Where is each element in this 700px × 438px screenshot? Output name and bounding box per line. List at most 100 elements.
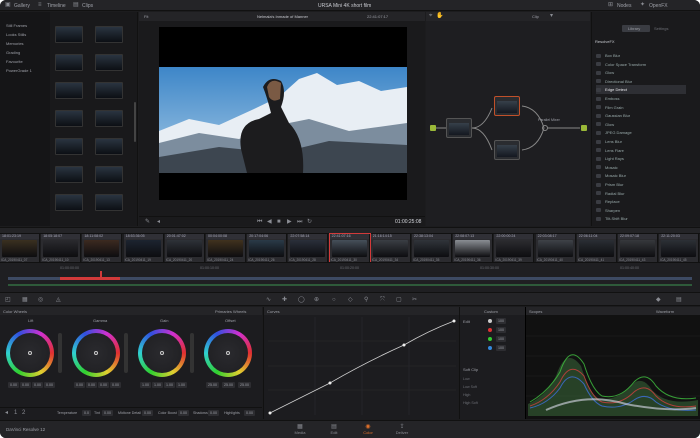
gain-value[interactable]: 1.00: [164, 382, 175, 388]
window-shape-icon[interactable]: ○: [332, 297, 336, 303]
lift-wheel[interactable]: [6, 329, 54, 377]
brush-icon[interactable]: ✎: [145, 219, 150, 225]
still-thumbnail[interactable]: [95, 166, 123, 183]
page-color[interactable]: ◉ Color: [351, 421, 385, 437]
tracker-icon[interactable]: ⊕: [314, 297, 319, 303]
timeline-clip[interactable]: 18:11:08:02 ICA_20190411_13: [82, 234, 123, 262]
selected-clip-track[interactable]: [60, 277, 120, 280]
page-deliver[interactable]: ⇪ Deliver: [385, 421, 419, 437]
color-boost-value[interactable]: 0.00: [178, 410, 189, 416]
timeline-clip[interactable]: 18:01:23:19 ICA_20190411_07: [0, 234, 40, 262]
still-thumbnail[interactable]: [55, 166, 83, 183]
3d-icon[interactable]: ▢: [396, 297, 402, 303]
channel-intensity[interactable]: 100: [496, 336, 506, 342]
still-thumbnail[interactable]: [55, 54, 83, 71]
green-channel-dot[interactable]: [488, 337, 492, 341]
keyframes-icon[interactable]: ◆: [656, 297, 661, 303]
stop-icon[interactable]: ■: [277, 219, 281, 225]
corrector-node[interactable]: [446, 118, 472, 138]
pointer-icon[interactable]: ⌖: [429, 13, 432, 19]
gallery-scrollbar[interactable]: [134, 102, 136, 142]
offset-value[interactable]: 25.00: [222, 382, 235, 388]
gamma-value[interactable]: 0.00: [86, 382, 97, 388]
gain-value[interactable]: 1.00: [152, 382, 163, 388]
still-thumbnail[interactable]: [55, 138, 83, 155]
gallery-item[interactable]: Memories: [6, 41, 24, 46]
curves-tool-icon[interactable]: ∿: [266, 297, 271, 303]
camera-raw-icon[interactable]: ◰: [5, 297, 11, 303]
still-thumbnail[interactable]: [55, 110, 83, 127]
still-thumbnail[interactable]: [55, 26, 83, 43]
timeline-clip[interactable]: 22:38:13:04 ICA_20190411_35: [412, 234, 452, 262]
corrector-node[interactable]: [494, 96, 520, 116]
timeline-clip[interactable]: 22:41:07:16 ICA_20190411_30: [328, 233, 371, 263]
lift-master-slider[interactable]: [58, 333, 62, 373]
tab-openfx[interactable]: OpenFX: [649, 3, 668, 9]
timeline-clip[interactable]: 18:53:36:05 ICA_20190411_19: [123, 234, 164, 262]
gamma-value[interactable]: 0.00: [98, 382, 109, 388]
play-icon[interactable]: ▶: [287, 219, 292, 225]
page-edit[interactable]: ▤ Edit: [317, 421, 351, 437]
speaker-icon[interactable]: ◂: [157, 219, 160, 225]
still-thumbnail[interactable]: [55, 194, 83, 211]
clip-dropdown[interactable]: Clip: [532, 14, 539, 19]
video-frame[interactable]: [159, 27, 407, 200]
channel-intensity[interactable]: 100: [496, 327, 506, 333]
lift-value[interactable]: 0.00: [32, 382, 43, 388]
window-icon[interactable]: ◯: [298, 297, 305, 303]
page-2-icon[interactable]: 2: [22, 410, 25, 416]
gallery-item[interactable]: Still Frames: [6, 23, 27, 28]
gamma-value[interactable]: 0.00: [110, 382, 121, 388]
magic-mask-icon[interactable]: ✂: [412, 297, 417, 303]
still-thumbnail[interactable]: [95, 110, 123, 127]
timeline-clip[interactable]: 20:01:47:02 ICA_20190411_20: [164, 234, 205, 262]
sizing-icon[interactable]: ⤧: [380, 297, 385, 303]
tab-library[interactable]: Library: [622, 25, 650, 32]
red-channel-dot[interactable]: [488, 328, 492, 332]
reset-icon[interactable]: ◂: [5, 410, 8, 416]
gain-master-slider[interactable]: [190, 333, 194, 373]
loop-icon[interactable]: ↻: [307, 219, 312, 225]
skip-back-icon[interactable]: ⏮: [257, 219, 262, 225]
timeline-clip[interactable]: 21:16:14:15 ICA_20190411_34: [370, 234, 411, 262]
page-1-icon[interactable]: 1: [14, 410, 17, 416]
node-input[interactable]: [430, 125, 436, 131]
timeline-clip[interactable]: 18:05:18:07 ICA_20190411_10: [41, 234, 82, 262]
hdr-icon[interactable]: ◬: [56, 297, 61, 303]
timeline-clip[interactable]: 20:17:04:06 ICA_20190411_26: [247, 234, 288, 262]
gallery-item[interactable]: PowerGrade 1: [6, 68, 32, 73]
corrector-node[interactable]: [494, 140, 520, 160]
scopes-icon[interactable]: ▤: [676, 297, 682, 303]
parallel-mixer-node[interactable]: [542, 125, 548, 131]
timeline-clip[interactable]: 22:08:07:13 ICA_20190411_36: [453, 234, 494, 262]
timeline-clip[interactable]: 22:09:07:18 ICA_20190411_43: [618, 234, 658, 262]
page-media[interactable]: ▦ Media: [283, 421, 317, 437]
blur-icon[interactable]: ◇: [348, 297, 353, 303]
zoom-label[interactable]: Fit: [144, 14, 148, 19]
highlights-value[interactable]: 0.00: [244, 410, 255, 416]
lift-value[interactable]: 0.00: [20, 382, 31, 388]
openfx-item[interactable]: Tilt-Shift Blur: [596, 214, 686, 223]
node-output[interactable]: [581, 125, 587, 131]
lift-value[interactable]: 0.00: [8, 382, 19, 388]
tab-clips[interactable]: Clips: [82, 3, 93, 9]
timeline-clip[interactable]: 22:06:11:04 ICA_20190411_41: [576, 234, 617, 262]
timeline-clip[interactable]: 22:03:08:17 ICA_20190411_40: [535, 234, 576, 262]
step-back-icon[interactable]: ◀: [267, 219, 272, 225]
still-thumbnail[interactable]: [95, 54, 123, 71]
key-icon[interactable]: ⚲: [364, 297, 368, 303]
gain-value[interactable]: 1.00: [176, 382, 187, 388]
openfx-icon[interactable]: ✦: [640, 2, 645, 8]
primaries-mode[interactable]: Primaries Wheels: [215, 309, 246, 314]
nodes-icon[interactable]: ⊞: [608, 2, 613, 8]
hand-icon[interactable]: ✋: [436, 13, 443, 19]
tab-settings[interactable]: Settings: [654, 26, 668, 31]
still-thumbnail[interactable]: [95, 82, 123, 99]
still-thumbnail[interactable]: [95, 26, 123, 43]
tint-value[interactable]: 0.00: [102, 410, 113, 416]
skip-forward-icon[interactable]: ⏭: [297, 219, 302, 225]
gamma-value[interactable]: 0.00: [74, 382, 85, 388]
shadows-value[interactable]: 0.00: [208, 410, 219, 416]
timeline-clip[interactable]: 22:11:20:03 ICA_20190411_45: [659, 234, 700, 262]
gamma-wheel[interactable]: [72, 329, 120, 377]
